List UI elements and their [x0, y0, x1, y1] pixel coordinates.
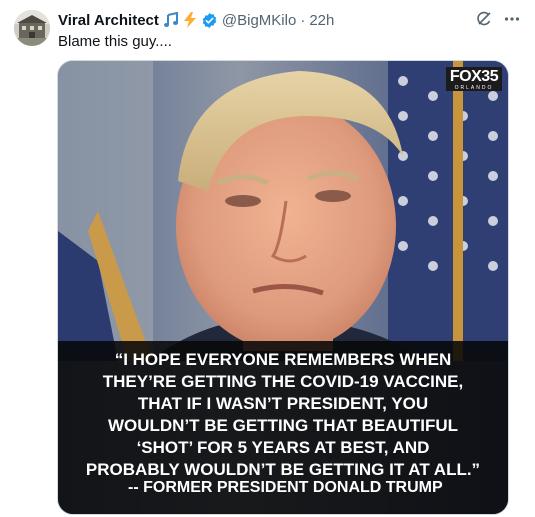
fox35-logo: FOX35 ORLANDO [446, 67, 502, 91]
logo-main-text: FOX35 [449, 68, 499, 85]
quote-line: ‘SHOT’ FOR 5 YEARS AT BEST, AND [136, 438, 430, 457]
quote-line: THEY’RE GETTING THE COVID-19 VACCINE, [102, 372, 464, 391]
quote-line: WOULDN’T BE GETTING THAT BEAUTIFUL [107, 416, 459, 435]
lightning-icon [183, 12, 197, 28]
user-handle[interactable]: @BigMKilo [222, 12, 296, 29]
quote-attribution: -- FORMER PRESIDENT DONALD TRUMP [128, 479, 443, 496]
logo-sub-text: ORLANDO [454, 85, 494, 91]
quote-line: PROBABLY WOULDN’T BE GETTING IT AT ALL.” [85, 460, 481, 479]
tweet-header: Viral Architect @BigMKilo · 22h [58, 10, 521, 30]
quote-line: “I HOPE EVERYONE REMEMBERS WHEN [114, 350, 452, 369]
avatar-image [14, 10, 50, 46]
header-actions [475, 10, 521, 32]
avatar[interactable] [14, 10, 50, 46]
tweet-media[interactable]: FOX35 ORLANDO “I HOPE EVERYONE REMEMBERS… [57, 60, 509, 515]
quote-line: THAT IF I WASN’T PRESIDENT, YOU [137, 394, 429, 413]
more-options-icon[interactable] [503, 10, 521, 32]
grok-icon[interactable] [475, 10, 493, 32]
verified-badge-icon[interactable] [201, 12, 218, 29]
separator-dot: · [300, 11, 306, 29]
music-note-icon [163, 12, 179, 28]
quote-text: “I HOPE EVERYONE REMEMBERS WHEN THEY’RE … [58, 349, 508, 481]
tweet-text: Blame this guy.... [58, 33, 172, 50]
timestamp[interactable]: 22h [309, 12, 334, 29]
display-name[interactable]: Viral Architect [58, 12, 159, 29]
